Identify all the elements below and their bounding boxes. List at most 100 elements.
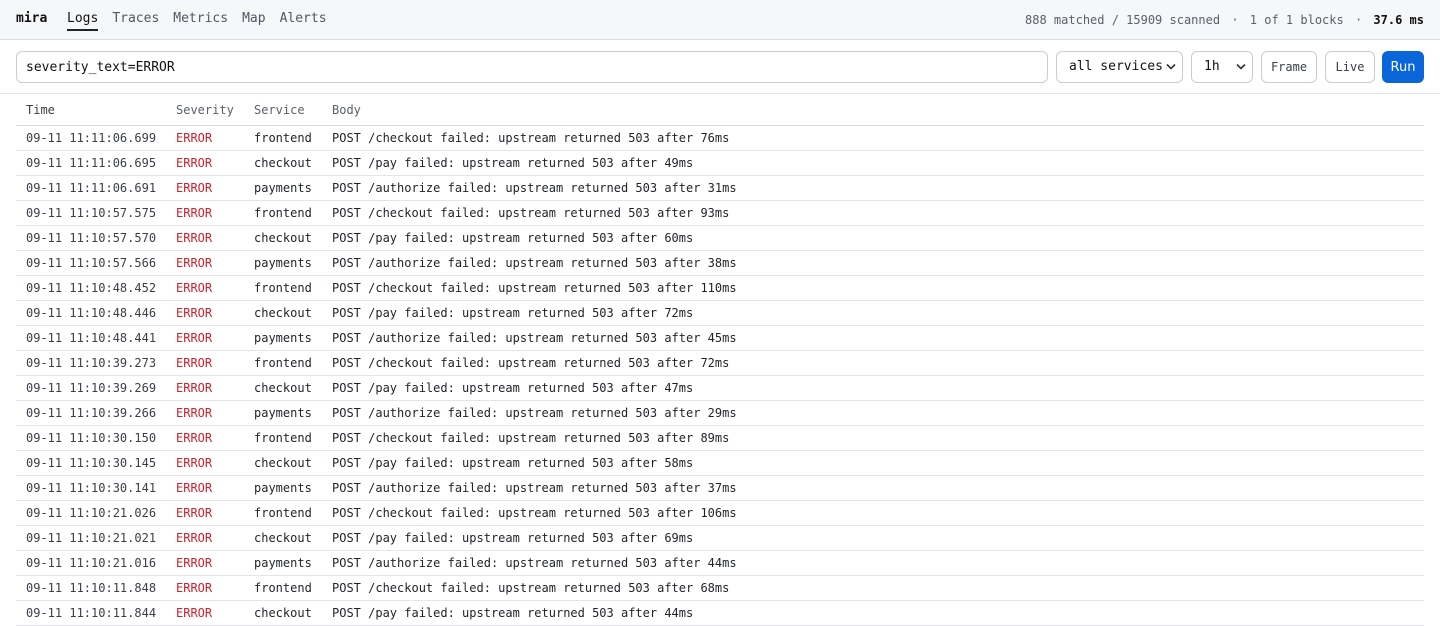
table-row[interactable]: 09-11 11:10:48.452 ERROR frontend POST /che…	[16, 276, 1424, 301]
cell-severity: ERROR	[176, 306, 213, 320]
table-row[interactable]: 09-11 11:11:06.699 ERROR frontend POST /che…	[16, 126, 1424, 151]
table-row[interactable]: 09-11 11:10:57.566 ERROR payments POST /aut…	[16, 251, 1424, 276]
cell-body: POST /authorize failed: upstream returne…	[332, 481, 737, 495]
cell-service: checkout	[254, 306, 312, 320]
cell-body: POST /checkout failed: upstream returned…	[332, 506, 737, 520]
time-range-select[interactable]: 1h	[1191, 51, 1253, 83]
chevron-down-icon	[1236, 63, 1246, 70]
query-input[interactable]	[16, 51, 1048, 83]
nav-item-map[interactable]: Map	[242, 11, 265, 31]
table-header: Time Severity Service Body	[16, 94, 1424, 126]
cell-service: checkout	[254, 156, 312, 170]
cell-time: 09-11 11:10:39.273	[26, 356, 157, 370]
cell-service: checkout	[254, 381, 312, 395]
main-nav: Logs Traces Metrics Map Alerts	[67, 11, 327, 31]
table-row[interactable]: 09-11 11:10:30.145 ERROR checkout POST /pay…	[16, 451, 1424, 476]
cell-body: POST /authorize failed: upstream returne…	[332, 181, 737, 195]
cell-body: POST /checkout failed: upstream returned…	[332, 281, 737, 295]
app-brand: mira	[16, 11, 48, 26]
cell-time: 09-11 11:10:39.269	[26, 381, 157, 395]
column-header-severity[interactable]: Severity	[176, 103, 234, 117]
nav-item-alerts[interactable]: Alerts	[280, 11, 327, 31]
query-toolbar: all services 1h Frame Live Run	[0, 40, 1440, 94]
cell-body: POST /checkout failed: upstream returned…	[332, 431, 730, 445]
cell-time: 09-11 11:10:11.844	[26, 606, 157, 620]
cell-service: frontend	[254, 206, 312, 220]
table-row[interactable]: 09-11 11:10:57.575 ERROR frontend POST /che…	[16, 201, 1424, 226]
cell-time: 09-11 11:10:57.570	[26, 231, 157, 245]
cell-time: 09-11 11:10:57.575	[26, 206, 157, 220]
cell-service: checkout	[254, 456, 312, 470]
cell-time: 09-11 11:10:57.566	[26, 256, 157, 270]
blocks-count: 1 of 1 blocks	[1249, 13, 1344, 27]
cell-service: payments	[254, 181, 312, 195]
cell-severity: ERROR	[176, 381, 213, 395]
cell-severity: ERROR	[176, 356, 213, 370]
cell-time: 09-11 11:10:48.446	[26, 306, 157, 320]
frame-button[interactable]: Frame	[1261, 51, 1317, 83]
service-select-value: all services	[1069, 59, 1163, 74]
time-range-value: 1h	[1204, 59, 1220, 74]
cell-severity: ERROR	[176, 281, 213, 295]
table-row[interactable]: 09-11 11:10:39.273 ERROR frontend POST /che…	[16, 351, 1424, 376]
query-stats: 888 matched / 15909 scanned · 1 of 1 blo…	[1025, 13, 1424, 27]
cell-body: POST /checkout failed: upstream returned…	[332, 131, 730, 145]
cell-severity: ERROR	[176, 506, 213, 520]
cell-body: POST /checkout failed: upstream returned…	[332, 206, 730, 220]
live-button[interactable]: Live	[1325, 51, 1375, 83]
cell-body: POST /pay failed: upstream returned 503 …	[332, 306, 694, 320]
cell-service: frontend	[254, 581, 312, 595]
nav-item-traces[interactable]: Traces	[112, 11, 159, 31]
table-row[interactable]: 09-11 11:10:48.446 ERROR checkout POST /pay…	[16, 301, 1424, 326]
cell-severity: ERROR	[176, 406, 213, 420]
service-select[interactable]: all services	[1056, 51, 1183, 83]
nav-item-logs[interactable]: Logs	[67, 11, 99, 31]
cell-time: 09-11 11:11:06.699	[26, 131, 157, 145]
cell-time: 09-11 11:10:21.021	[26, 531, 157, 545]
cell-service: payments	[254, 331, 312, 345]
cell-body: POST /pay failed: upstream returned 503 …	[332, 606, 694, 620]
cell-body: POST /authorize failed: upstream returne…	[332, 331, 737, 345]
cell-service: payments	[254, 481, 312, 495]
cell-time: 09-11 11:10:21.026	[26, 506, 157, 520]
nav-item-metrics[interactable]: Metrics	[173, 11, 228, 31]
run-button[interactable]: Run	[1382, 51, 1424, 83]
cell-service: frontend	[254, 281, 312, 295]
cell-time: 09-11 11:10:39.266	[26, 406, 157, 420]
table-row[interactable]: 09-11 11:10:21.021 ERROR checkout POST /pay…	[16, 526, 1424, 551]
cell-severity: ERROR	[176, 181, 213, 195]
table-row[interactable]: 09-11 11:10:11.848 ERROR frontend POST /che…	[16, 576, 1424, 601]
column-header-service[interactable]: Service	[254, 103, 305, 117]
table-row[interactable]: 09-11 11:10:11.844 ERROR checkout POST /pay…	[16, 601, 1424, 626]
table-row[interactable]: 09-11 11:10:30.150 ERROR frontend POST /che…	[16, 426, 1424, 451]
cell-time: 09-11 11:10:11.848	[26, 581, 157, 595]
cell-severity: ERROR	[176, 456, 213, 470]
cell-body: POST /authorize failed: upstream returne…	[332, 256, 737, 270]
cell-service: payments	[254, 556, 312, 570]
cell-time: 09-11 11:10:30.150	[26, 431, 157, 445]
cell-severity: ERROR	[176, 331, 213, 345]
cell-body: POST /pay failed: upstream returned 503 …	[332, 531, 694, 545]
table-row[interactable]: 09-11 11:10:57.570 ERROR checkout POST /pay…	[16, 226, 1424, 251]
log-table: Time Severity Service Body 09-11 11:11:0…	[16, 94, 1424, 626]
cell-severity: ERROR	[176, 556, 213, 570]
table-row[interactable]: 09-11 11:10:21.016 ERROR payments POST /aut…	[16, 551, 1424, 576]
table-row[interactable]: 09-11 11:10:39.266 ERROR payments POST /aut…	[16, 401, 1424, 426]
table-row[interactable]: 09-11 11:10:21.026 ERROR frontend POST /che…	[16, 501, 1424, 526]
cell-severity: ERROR	[176, 531, 213, 545]
column-header-body[interactable]: Body	[332, 103, 361, 117]
cell-body: POST /authorize failed: upstream returne…	[332, 556, 737, 570]
table-row[interactable]: 09-11 11:11:06.691 ERROR payments POST /aut…	[16, 176, 1424, 201]
table-row[interactable]: 09-11 11:10:48.441 ERROR payments POST /aut…	[16, 326, 1424, 351]
cell-severity: ERROR	[176, 581, 213, 595]
table-row[interactable]: 09-11 11:10:30.141 ERROR payments POST /aut…	[16, 476, 1424, 501]
cell-service: frontend	[254, 506, 312, 520]
cell-service: frontend	[254, 131, 312, 145]
cell-time: 09-11 11:10:48.452	[26, 281, 157, 295]
table-row[interactable]: 09-11 11:10:39.269 ERROR checkout POST /pay…	[16, 376, 1424, 401]
table-row[interactable]: 09-11 11:11:06.695 ERROR checkout POST /pay…	[16, 151, 1424, 176]
chevron-down-icon	[1166, 63, 1176, 70]
cell-severity: ERROR	[176, 231, 213, 245]
cell-body: POST /checkout failed: upstream returned…	[332, 581, 730, 595]
column-header-time[interactable]: Time	[26, 103, 55, 117]
